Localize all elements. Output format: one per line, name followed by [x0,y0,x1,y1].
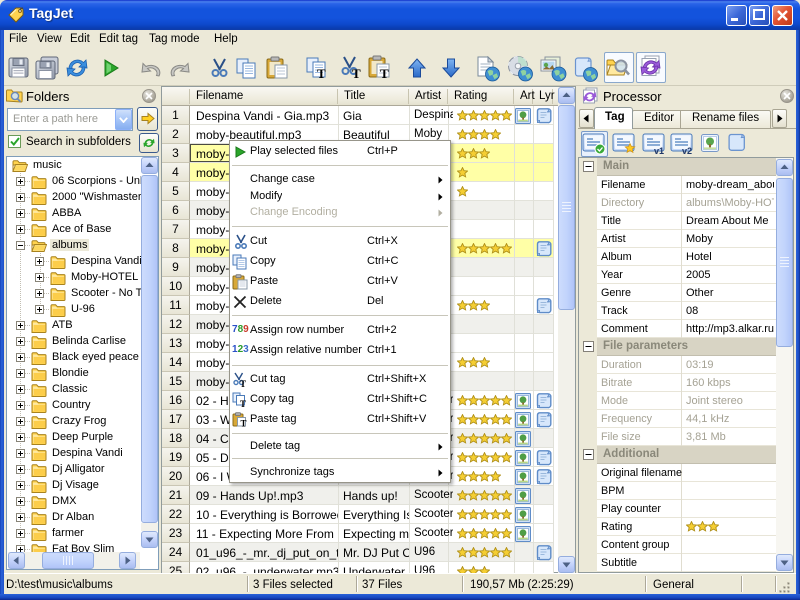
svg-text:T: T [240,379,246,388]
svg-text:T: T [241,419,247,429]
svg-text:v1: v1 [654,146,664,155]
svg-text:v2: v2 [682,146,692,155]
svg-text:T: T [240,399,246,408]
